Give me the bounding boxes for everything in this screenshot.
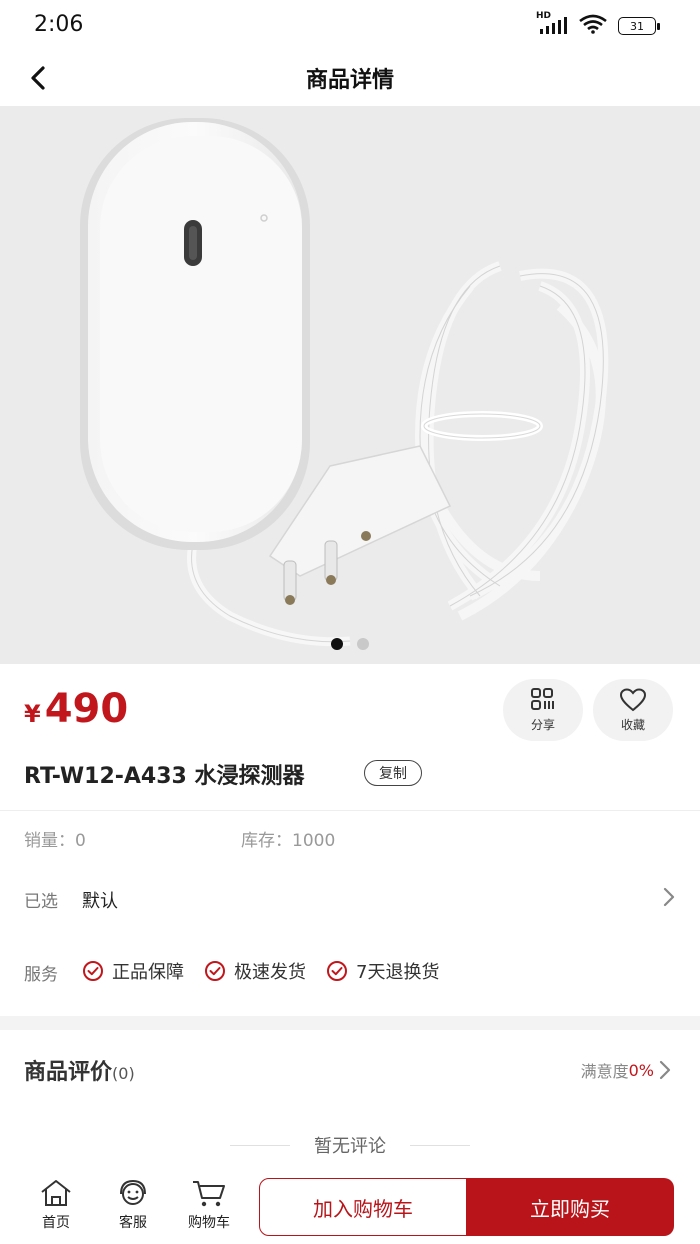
customer-service-icon	[120, 1179, 146, 1205]
heart-icon	[619, 687, 647, 711]
tab-customer-service[interactable]: 客服	[101, 1178, 165, 1232]
check-circle-icon	[205, 961, 225, 981]
product-image	[80, 118, 609, 647]
service-text: 7天退换货	[356, 962, 440, 983]
wifi-icon	[578, 14, 608, 38]
tab-cart[interactable]: 购物车	[177, 1178, 241, 1232]
copy-button[interactable]: 复制	[364, 760, 422, 786]
chevron-right-icon	[662, 886, 676, 912]
page-title: 商品详情	[305, 68, 394, 93]
tab-customer-service-label: 客服	[119, 1215, 147, 1231]
qr-code-icon	[531, 687, 554, 710]
service-item: 正品保障	[82, 958, 184, 984]
product-image-carousel[interactable]	[0, 106, 700, 664]
satisfaction-label: 满意度	[580, 1062, 629, 1081]
service-item: 极速发货	[204, 958, 306, 984]
empty-reviews-text: 暂无评论	[314, 1136, 386, 1157]
bottom-action-bar: 首页 客服 购物车 加入购物车 立即购买	[0, 1168, 700, 1244]
service-text: 极速发货	[234, 962, 306, 983]
price-value: 490	[44, 686, 129, 732]
chevron-right-icon	[659, 1060, 671, 1080]
signal-icon: HD	[536, 11, 568, 35]
stock-count: 库存：1000	[241, 831, 336, 851]
reviews-title: 商品评价	[24, 1060, 113, 1085]
carousel-dot-active[interactable]	[331, 638, 343, 650]
battery-level: 31	[618, 17, 656, 35]
reviews-count: (0)	[112, 1064, 135, 1083]
carousel-dot[interactable]	[357, 638, 369, 650]
empty-reviews: 暂无评论	[0, 1132, 700, 1158]
share-label: 分享	[530, 717, 555, 732]
price: ¥ 490	[24, 686, 128, 740]
home-icon	[41, 1180, 71, 1206]
favorite-label: 收藏	[620, 717, 645, 732]
service-item: 7天退换货	[326, 958, 439, 984]
add-to-cart-button[interactable]: 加入购物车	[259, 1178, 467, 1236]
status-time: 2:06	[34, 12, 84, 37]
divider	[410, 1144, 470, 1146]
satisfaction-link[interactable]: 满意度 0%	[581, 1058, 672, 1082]
battery-icon: 31	[618, 17, 660, 35]
buy-now-button[interactable]: 立即购买	[466, 1178, 674, 1236]
favorite-button[interactable]: 收藏	[593, 679, 673, 741]
network-type-label: HD	[536, 11, 552, 21]
share-button[interactable]: 分享	[503, 679, 583, 741]
status-bar: 2:06 HD 31	[0, 0, 700, 52]
product-title: RT-W12-A433 水浸探测器	[24, 764, 305, 789]
tab-home-label: 首页	[42, 1215, 70, 1231]
carousel-indicator	[0, 638, 700, 650]
divider	[0, 810, 700, 811]
nav-bar: 商品详情	[0, 52, 700, 106]
selected-label: 已选	[24, 892, 58, 912]
reviews-heading: 商品评价(0)	[24, 1054, 135, 1086]
section-separator	[0, 1016, 700, 1030]
service-text: 正品保障	[112, 962, 184, 983]
service-list: 正品保障 极速发货 7天退换货	[82, 958, 439, 984]
status-icons: HD 31	[536, 11, 660, 38]
sales-count: 销量：0	[24, 831, 86, 851]
check-circle-icon	[83, 961, 103, 981]
selected-value: 默认	[82, 891, 118, 912]
cart-icon	[193, 1181, 225, 1207]
divider	[230, 1144, 290, 1146]
tab-home[interactable]: 首页	[24, 1178, 88, 1232]
check-circle-icon	[327, 961, 347, 981]
currency-symbol: ¥	[24, 700, 41, 728]
service-label: 服务	[24, 965, 58, 985]
satisfaction-value: 0%	[628, 1060, 654, 1080]
tab-cart-label: 购物车	[188, 1215, 230, 1231]
